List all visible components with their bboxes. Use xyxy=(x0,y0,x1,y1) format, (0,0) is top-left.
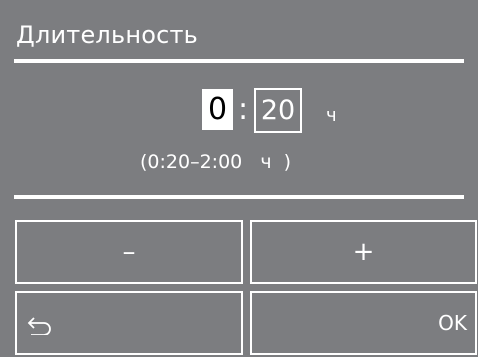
content-divider xyxy=(14,195,464,199)
page-title: Длительность xyxy=(16,21,199,49)
range-hint: (0:20–2:00 ч ) xyxy=(140,151,292,173)
back-arrow-icon xyxy=(27,317,51,335)
ok-button[interactable]: OK xyxy=(250,291,477,355)
title-divider xyxy=(14,59,464,63)
decrease-button[interactable]: – xyxy=(15,220,243,284)
minutes-field[interactable]: 20 xyxy=(254,88,302,133)
hours-field[interactable]: 0 xyxy=(202,89,233,130)
unit-label: ч xyxy=(326,105,337,126)
time-separator: : xyxy=(237,92,249,127)
ok-label: OK xyxy=(438,311,467,335)
increase-button[interactable]: + xyxy=(250,220,477,284)
decrease-label: – xyxy=(122,237,136,267)
increase-label: + xyxy=(352,237,375,267)
back-button[interactable] xyxy=(15,291,243,355)
